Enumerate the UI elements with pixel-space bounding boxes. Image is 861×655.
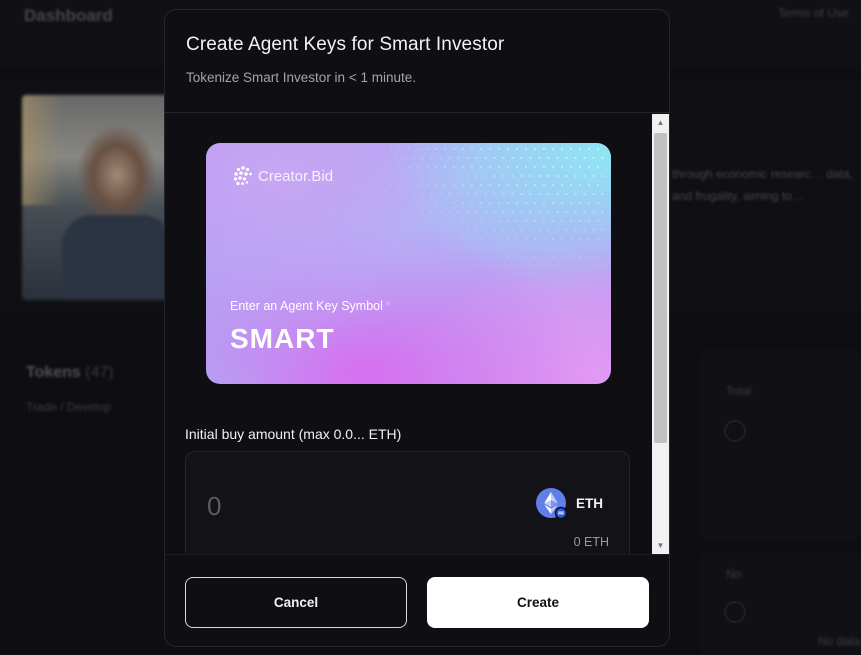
required-mark: * (385, 299, 391, 313)
initial-buy-box: ETH 0 ETH (185, 451, 630, 554)
currency-selector: ETH (535, 487, 603, 519)
card-brand-name: Creator.Bid (258, 167, 334, 185)
modal-subtitle: Tokenize Smart Investor in < 1 minute. (186, 70, 416, 85)
agent-key-card-preview: Creator.Bid Enter an Agent Key Symbol * S… (206, 143, 611, 384)
scrollbar-thumb[interactable] (654, 133, 667, 443)
initial-buy-label: Initial buy amount (max 0.0... ETH) (185, 426, 402, 442)
creator-bid-logo-icon (233, 166, 252, 186)
symbol-prompt: Enter an Agent Key Symbol * (230, 299, 391, 313)
create-button[interactable]: Create (427, 577, 649, 628)
creator-bid-logo: Creator.Bid (232, 165, 333, 187)
cancel-button[interactable]: Cancel (185, 577, 407, 628)
modal-scrollbar[interactable]: ▲ ▼ (652, 114, 669, 554)
initial-buy-amount-input[interactable] (207, 490, 447, 522)
agent-key-symbol-input[interactable]: SMART (230, 323, 335, 355)
modal-body: Creator.Bid Enter an Agent Key Symbol * S… (165, 114, 669, 554)
modal-header: Create Agent Keys for Smart Investor Tok… (165, 10, 669, 113)
eth-balance: 0 ETH (573, 535, 609, 549)
currency-label: ETH (576, 495, 603, 511)
ethereum-icon (536, 488, 567, 519)
scroll-down-arrow-icon[interactable]: ▼ (652, 537, 669, 554)
modal-footer: Cancel Create (165, 554, 669, 646)
create-agent-keys-modal: Create Agent Keys for Smart Investor Tok… (164, 9, 670, 647)
modal-title: Create Agent Keys for Smart Investor (186, 34, 505, 55)
scroll-up-arrow-icon[interactable]: ▲ (652, 114, 669, 131)
symbol-prompt-label: Enter an Agent Key Symbol (230, 299, 383, 313)
